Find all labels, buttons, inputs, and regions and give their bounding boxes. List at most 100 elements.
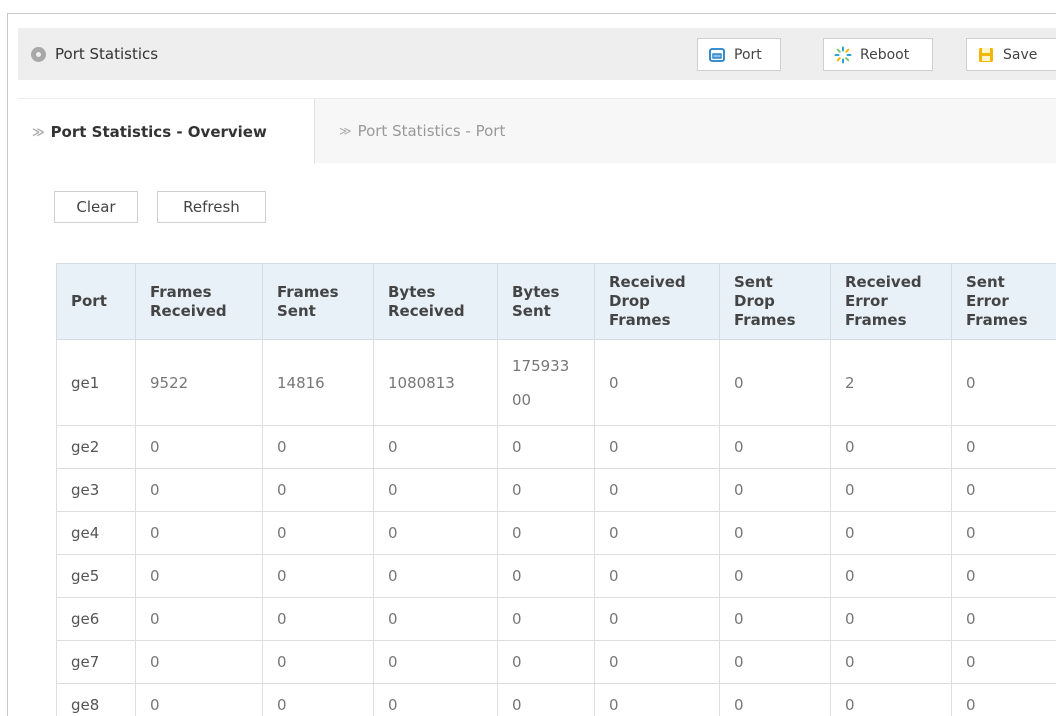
table-row: ge8 0 0 0 0 0 0 0 0 <box>56 683 1056 716</box>
column-header-text: Sent <box>966 273 1005 291</box>
stat-cell: 0 <box>373 640 498 684</box>
stat-cell: 0 <box>373 511 498 555</box>
stat-cell: 0 <box>497 640 595 684</box>
stat-cell: 0 <box>951 468 1056 512</box>
port-button[interactable]: Port <box>697 38 781 71</box>
stat-cell: 0 <box>497 511 595 555</box>
column-header: Sent Drop Frames <box>719 263 831 340</box>
stat-cell: 0 <box>497 554 595 598</box>
stat-cell: 0 <box>951 640 1056 684</box>
column-header: Received Error Frames <box>830 263 952 340</box>
stat-cell: 0 <box>594 511 720 555</box>
column-header-text: Frames <box>277 282 339 301</box>
column-header-text: Frames <box>609 311 671 329</box>
stat-cell: 0 <box>262 683 374 716</box>
tab-port[interactable]: ≫ Port Statistics - Port <box>315 99 1056 163</box>
stat-cell: 9522 <box>135 339 263 426</box>
column-header: Sent Error Frames <box>951 263 1056 340</box>
stat-cell: 0 <box>135 554 263 598</box>
table-row: ge3 0 0 0 0 0 0 0 0 <box>56 468 1056 512</box>
stat-cell: 0 <box>830 640 952 684</box>
save-button[interactable]: Save <box>966 38 1056 71</box>
stat-cell: 0 <box>951 511 1056 555</box>
port-name-cell: ge3 <box>56 468 136 512</box>
stat-cell: 0 <box>951 554 1056 598</box>
stat-cell: 0 <box>262 640 374 684</box>
stat-cell: 0 <box>951 597 1056 641</box>
table-row: ge7 0 0 0 0 0 0 0 0 <box>56 640 1056 684</box>
port-name-cell: ge2 <box>56 425 136 469</box>
stat-cell: 0 <box>719 554 831 598</box>
stat-cell: 0 <box>135 511 263 555</box>
stat-cell: 0 <box>497 683 595 716</box>
stat-cell: 0 <box>719 425 831 469</box>
port-statistics-table: Port Frames Received Frames Sent Bytes Receive… <box>56 263 1056 716</box>
table-row: ge5 0 0 0 0 0 0 0 0 <box>56 554 1056 598</box>
stat-cell: 2 <box>830 339 952 426</box>
tab-bar: ≫ Port Statistics - Overview ≫ Port Stat… <box>18 98 1056 164</box>
table-body: ge1 9522 14816 1080813 17593300 0 0 2 0 ge2 0 0 0 0 0 0… <box>56 339 1056 716</box>
column-header-text: Port <box>71 292 107 310</box>
port-name-cell: ge7 <box>56 640 136 684</box>
tab-overview[interactable]: ≫ Port Statistics - Overview <box>18 99 315 164</box>
port-name-cell: ge8 <box>56 683 136 716</box>
circle-bullet-icon <box>31 46 46 62</box>
stat-cell: 0 <box>830 468 952 512</box>
stat-cell: 0 <box>594 339 720 426</box>
stat-cell: 14816 <box>262 339 374 426</box>
column-header-text: Frames <box>966 311 1028 329</box>
column-header-text: Received <box>609 273 686 291</box>
stat-cell: 0 <box>262 597 374 641</box>
stat-cell: 0 <box>951 339 1056 426</box>
stat-cell: 0 <box>594 425 720 469</box>
stat-cell: 0 <box>594 683 720 716</box>
tab-label: Port Statistics - Overview <box>50 122 267 141</box>
stat-cell: 0 <box>373 468 498 512</box>
column-header: Received Drop Frames <box>594 263 720 340</box>
column-header-text: Bytes <box>512 282 560 301</box>
refresh-button[interactable]: Refresh <box>157 191 266 223</box>
chevron-right-icon: ≫ <box>32 124 45 139</box>
stat-cell: 0 <box>262 554 374 598</box>
stat-cell: 0 <box>594 640 720 684</box>
stat-cell: 0 <box>497 425 595 469</box>
stat-cell: 0 <box>135 640 263 684</box>
stat-cell: 0 <box>262 511 374 555</box>
port-name-cell: ge6 <box>56 597 136 641</box>
page-title: Port Statistics <box>55 45 159 63</box>
stat-cell: 0 <box>830 554 952 598</box>
clear-button[interactable]: Clear <box>54 191 138 223</box>
app-frame: Port Statistics Port Reboot Save ≫ Port … <box>7 13 1056 716</box>
column-header-text: Sent <box>277 301 316 320</box>
reboot-button[interactable]: Reboot <box>823 38 933 71</box>
stat-cell: 0 <box>830 425 952 469</box>
stat-cell: 0 <box>594 597 720 641</box>
stat-cell: 17593300 <box>497 339 595 426</box>
column-header-text: Received <box>388 301 465 320</box>
port-button-label: Port <box>734 46 762 63</box>
chevron-right-icon: ≫ <box>339 124 352 138</box>
port-name-cell: ge4 <box>56 511 136 555</box>
stat-cell: 0 <box>497 468 595 512</box>
stat-cell: 0 <box>830 597 952 641</box>
stat-cell: 0 <box>135 597 263 641</box>
column-header-text: Received <box>150 301 227 320</box>
stat-cell: 0 <box>719 339 831 426</box>
column-header: Frames Sent <box>262 263 374 340</box>
stat-cell: 1080813 <box>373 339 498 426</box>
table-row: ge2 0 0 0 0 0 0 0 0 <box>56 425 1056 469</box>
column-header-text: Drop <box>609 292 650 310</box>
stat-cell: 0 <box>719 597 831 641</box>
column-header-text: Error <box>966 292 1009 310</box>
column-header-text: Received <box>845 273 922 291</box>
stat-cell: 0 <box>262 468 374 512</box>
column-header-text: Frames <box>150 282 212 301</box>
stat-cell: 0 <box>135 683 263 716</box>
column-header: Frames Received <box>135 263 263 340</box>
stat-cell: 0 <box>373 597 498 641</box>
save-button-label: Save <box>1003 46 1038 63</box>
column-header: Port <box>56 263 136 340</box>
stat-cell: 0 <box>830 511 952 555</box>
table-row: ge4 0 0 0 0 0 0 0 0 <box>56 511 1056 555</box>
stat-cell: 0 <box>719 511 831 555</box>
